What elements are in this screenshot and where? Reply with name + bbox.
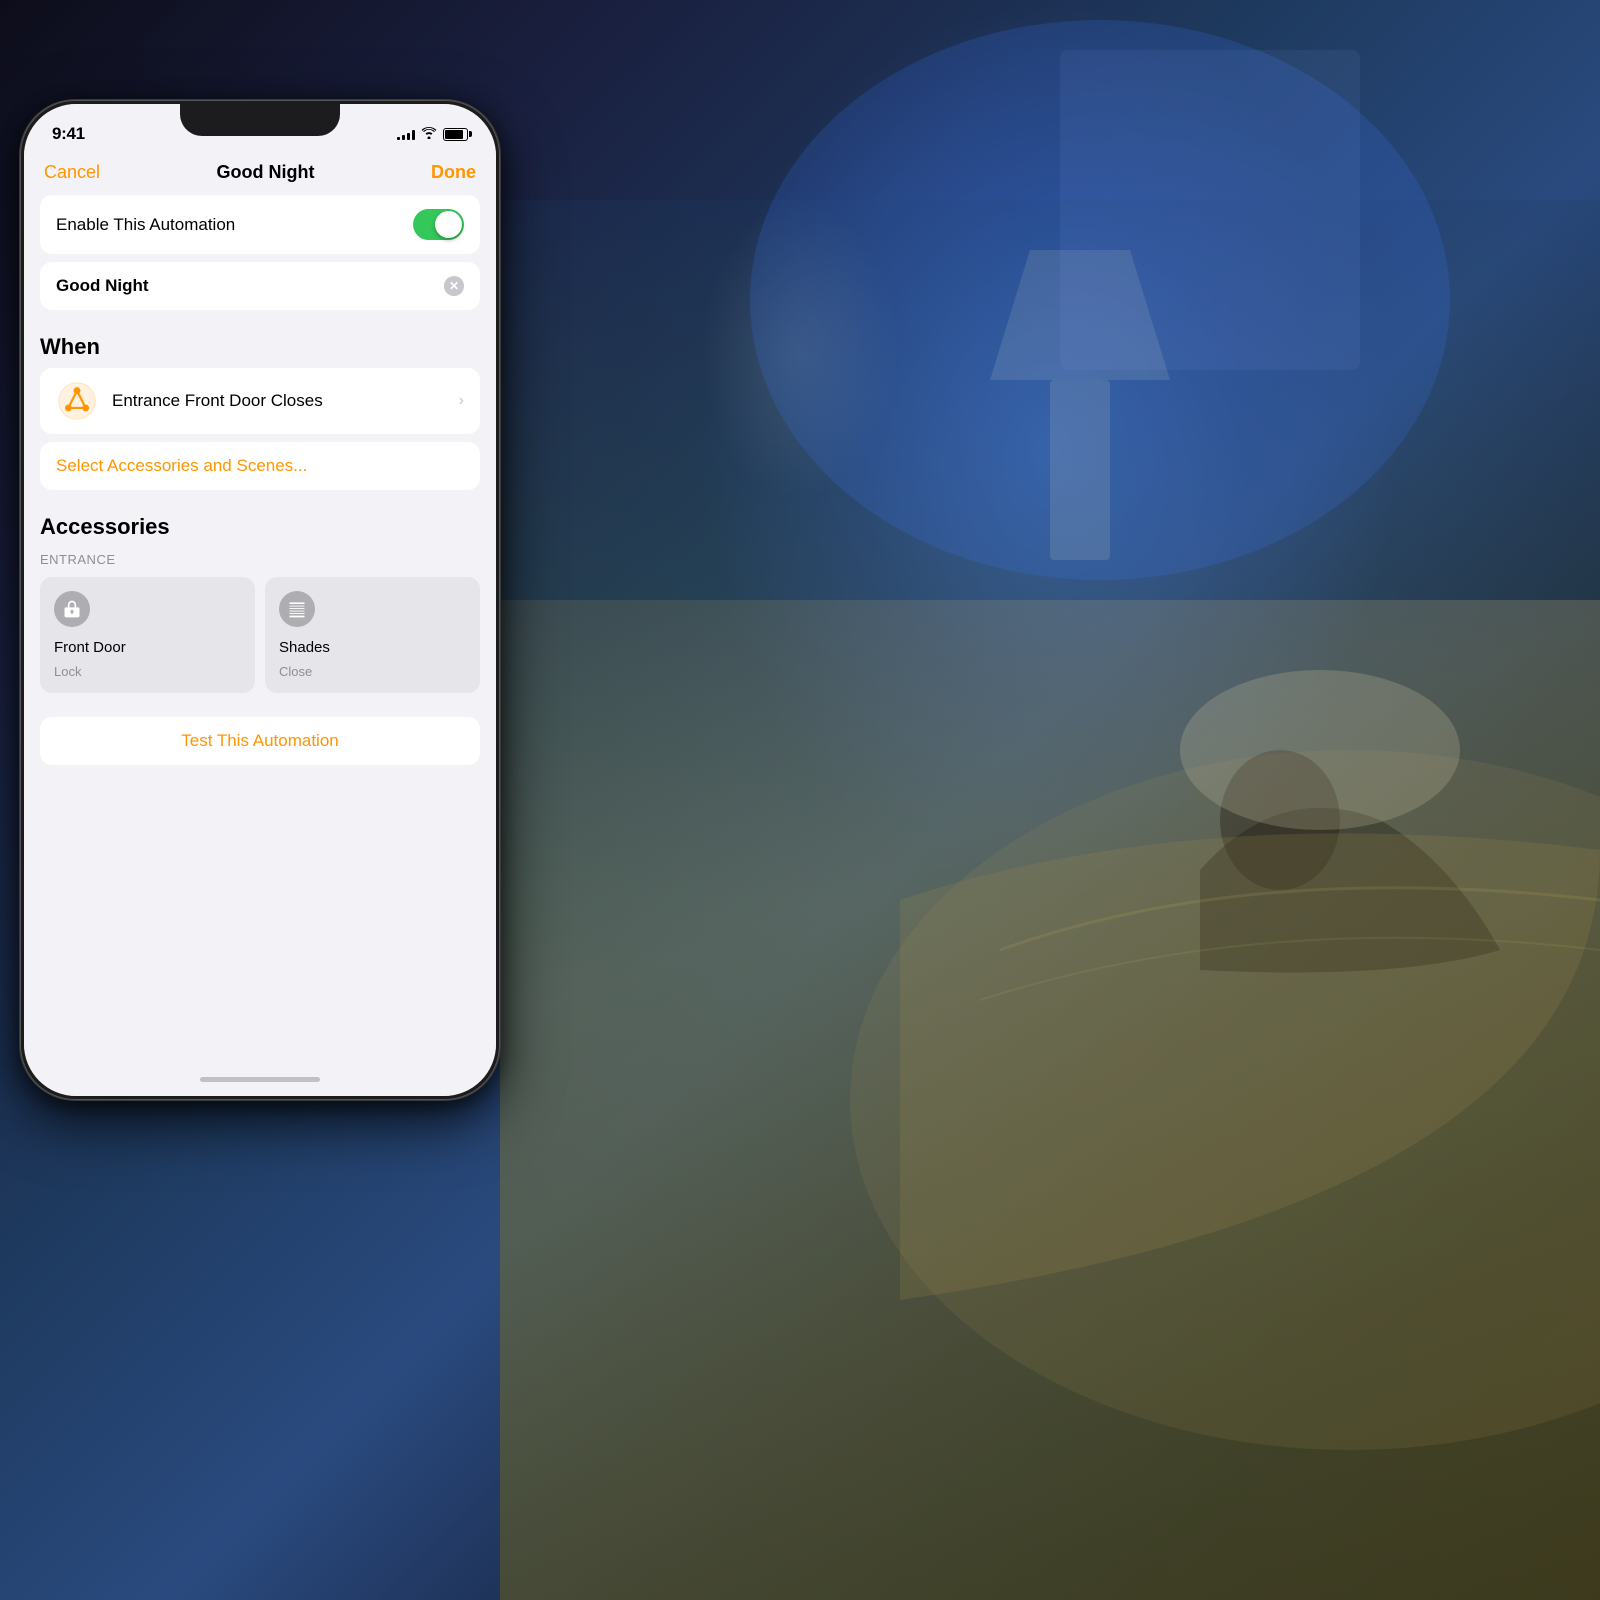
front-door-name: Front Door: [54, 639, 241, 656]
enable-toggle-switch[interactable]: [413, 209, 464, 240]
phone-wrapper: 9:41: [20, 100, 500, 1100]
phone-frame: 9:41: [20, 100, 500, 1100]
shades-state: Close: [279, 664, 466, 679]
home-indicator: [24, 1062, 496, 1096]
enable-toggle-row: Enable This Automation: [40, 195, 480, 254]
when-card: Entrance Front Door Closes ›: [40, 368, 480, 434]
homekit-triangle-icon: [58, 382, 96, 420]
accessories-header: Accessories: [24, 498, 496, 544]
status-time: 9:41: [52, 124, 85, 144]
screen-content[interactable]: Cancel Good Night Done Enable This Autom…: [24, 154, 496, 1062]
lock-icon-wrap: [54, 591, 90, 627]
test-automation-label: Test This Automation: [181, 731, 339, 750]
done-button[interactable]: Done: [431, 162, 476, 183]
page-title: Good Night: [217, 162, 315, 183]
accessory-shades[interactable]: Shades Close: [265, 577, 480, 693]
shades-name: Shades: [279, 639, 466, 656]
lamp-glow: [700, 200, 900, 500]
front-door-state: Lock: [54, 664, 241, 679]
nav-bar: Cancel Good Night Done: [24, 154, 496, 195]
shades-icon-wrap: [279, 591, 315, 627]
automation-name-card: Good Night ✕: [40, 262, 480, 310]
trigger-label: Entrance Front Door Closes: [112, 391, 445, 411]
entrance-label: ENTRANCE: [24, 544, 496, 573]
battery-icon: [443, 128, 468, 141]
test-automation-card[interactable]: Test This Automation: [40, 717, 480, 765]
trigger-icon-wrap: [56, 380, 98, 422]
automation-name-text: Good Night: [56, 276, 149, 296]
accessory-front-door[interactable]: Front Door Lock: [40, 577, 255, 693]
phone-notch: [180, 104, 340, 136]
signal-icon: [397, 128, 415, 140]
select-accessories-card[interactable]: Select Accessories and Scenes...: [40, 442, 480, 490]
when-trigger-row[interactable]: Entrance Front Door Closes ›: [40, 368, 480, 434]
phone-screen: 9:41: [24, 104, 496, 1096]
when-header: When: [24, 318, 496, 368]
wifi-icon: [421, 127, 437, 142]
lock-icon: [62, 599, 82, 619]
clear-name-button[interactable]: ✕: [444, 276, 464, 296]
shades-icon: [287, 599, 307, 619]
status-icons: [397, 127, 468, 142]
toggle-knob: [435, 211, 462, 238]
cancel-button[interactable]: Cancel: [44, 162, 100, 183]
accessories-grid: Front Door Lock Shades Close: [24, 573, 496, 701]
enable-automation-card: Enable This Automation: [40, 195, 480, 254]
home-bar: [200, 1077, 320, 1082]
select-accessories-label: Select Accessories and Scenes...: [56, 456, 307, 475]
chevron-right-icon: ›: [459, 392, 464, 410]
clear-icon: ✕: [449, 279, 459, 293]
enable-toggle-label: Enable This Automation: [56, 215, 235, 235]
bed-overlay: [500, 600, 1600, 1600]
